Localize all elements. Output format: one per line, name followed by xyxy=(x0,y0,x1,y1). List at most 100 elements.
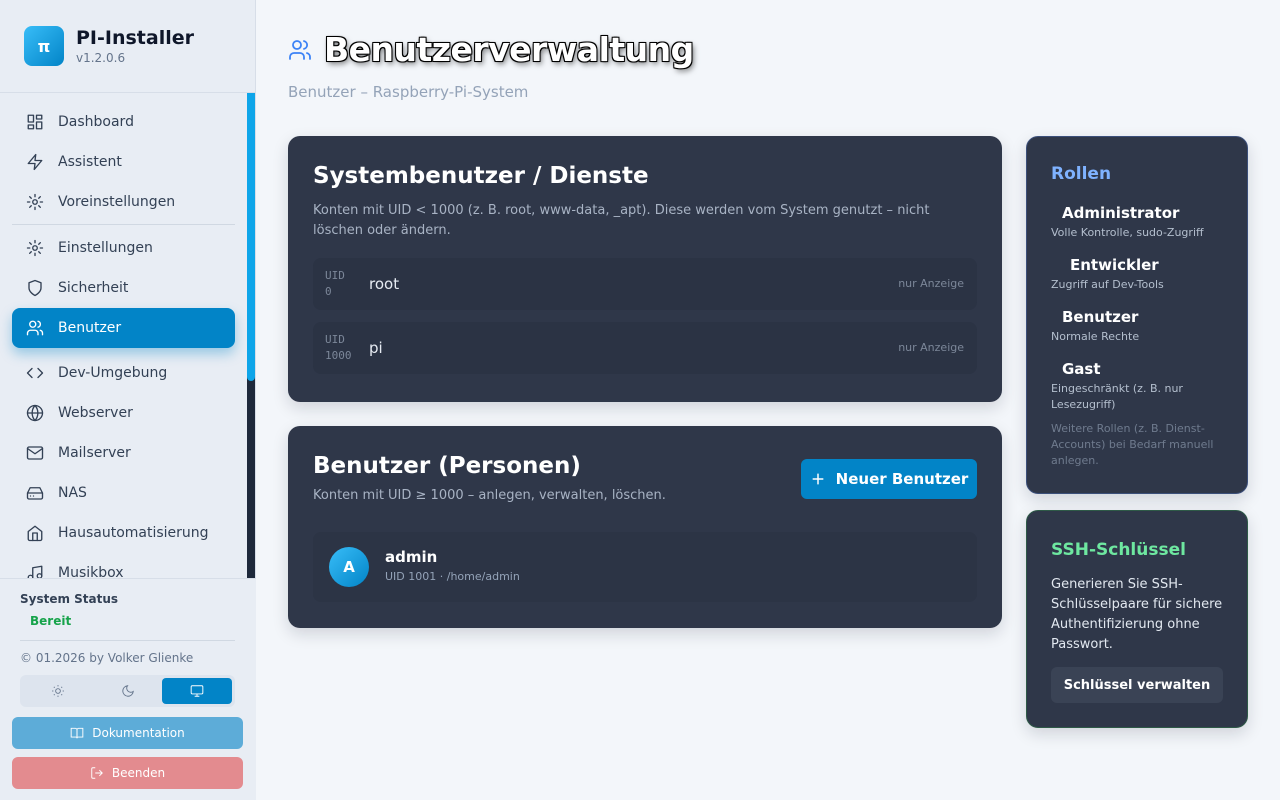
documentation-button-label: Dokumentation xyxy=(92,726,185,740)
gear-icon xyxy=(26,239,44,257)
theme-light-button[interactable] xyxy=(23,678,93,704)
roles-note: Weitere Rollen (z. B. Dienst-Accounts) b… xyxy=(1051,422,1214,467)
app-name: PI-Installer xyxy=(76,27,194,49)
system-user-note: nur Anzeige xyxy=(898,341,964,354)
dashboard-icon xyxy=(27,114,43,130)
sidebar-item-label: Benutzer xyxy=(58,320,122,336)
sidebar-item-dashboard[interactable]: Dashboard xyxy=(12,102,235,142)
sidebar-item-label: NAS xyxy=(58,485,87,501)
user-list-item[interactable]: A admin UID 1001 · /home/admin xyxy=(313,532,977,602)
sidebar-item-mailserver[interactable]: Mailserver xyxy=(12,433,235,473)
main-content: Benutzerverwaltung Benutzer – Raspberry-… xyxy=(256,0,1280,800)
sidebar-item-assistent[interactable]: Assistent xyxy=(12,142,235,182)
role-description: Volle Kontrolle, sudo-Zugriff xyxy=(1051,226,1204,239)
role-name: Entwickler xyxy=(1070,256,1159,274)
sun-icon xyxy=(51,685,64,697)
app-version: v1.2.0.6 xyxy=(76,51,126,65)
sidebar-item-nas[interactable]: NAS xyxy=(12,473,235,513)
home-icon xyxy=(27,525,43,542)
code-icon xyxy=(26,367,44,379)
roles-title: Rollen xyxy=(1051,164,1112,184)
ssh-description: Generieren Sie SSH-Schlüsselpaare für si… xyxy=(1051,577,1223,652)
nav-divider xyxy=(12,224,235,225)
sidebar-scrollbar[interactable] xyxy=(247,93,255,578)
moon-icon xyxy=(121,685,134,697)
page-header: Benutzerverwaltung xyxy=(288,30,694,69)
logout-icon xyxy=(91,767,103,779)
system-users-card: Systembenutzer / Dienste Konten mit UID … xyxy=(288,136,1002,402)
sidebar-item-webserver[interactable]: Webserver xyxy=(12,393,235,433)
sidebar-item-label: Dashboard xyxy=(58,114,134,130)
uid-label: UID 0 xyxy=(325,269,345,298)
mail-icon xyxy=(26,446,44,460)
music-icon xyxy=(27,565,43,578)
persons-description: Konten mit UID ≥ 1000 – anlegen, verwalt… xyxy=(313,488,666,503)
uid-label: UID 1000 xyxy=(325,333,352,362)
roles-card: Rollen Administrator Volle Kontrolle, su… xyxy=(1026,136,1248,494)
role-name: Administrator xyxy=(1062,204,1180,222)
users-icon xyxy=(289,39,311,60)
theme-dark-button[interactable] xyxy=(93,678,163,704)
sidebar-item-label: Dev-Umgebung xyxy=(58,365,168,381)
system-user-note: nur Anzeige xyxy=(898,277,964,290)
plus-icon xyxy=(812,473,824,485)
exit-button[interactable]: Beenden xyxy=(12,757,243,789)
brand: π PI-Installer v1.2.0.6 xyxy=(0,0,255,93)
sidebar-item-benutzer[interactable]: Benutzer xyxy=(12,308,235,348)
shield-icon xyxy=(28,279,42,297)
user-name: admin xyxy=(385,548,438,566)
sidebar-item-einstellungen[interactable]: Einstellungen xyxy=(12,228,235,268)
sidebar-item-label: Voreinstellungen xyxy=(58,194,176,210)
nav-scroll-area[interactable]: Dashboard Assistent Voreinstellungen Ein… xyxy=(0,93,256,578)
documentation-button[interactable]: Dokumentation xyxy=(12,717,243,749)
sidebar-item-hausautomatisierung[interactable]: Hausautomatisierung xyxy=(12,513,235,553)
system-user-name: root xyxy=(369,275,400,293)
copyright: © 01.2026 by Volker Glienke xyxy=(20,651,194,665)
system-status-title: System Status xyxy=(20,592,119,606)
role-name: Gast xyxy=(1062,360,1101,378)
system-user-name: pi xyxy=(369,339,383,357)
sidebar-nav: Dashboard Assistent Voreinstellungen Ein… xyxy=(12,102,235,578)
system-status-value: Bereit xyxy=(30,614,72,628)
sidebar: π PI-Installer v1.2.0.6 Dashboard Assist… xyxy=(0,0,256,800)
sidebar-item-label: Mailserver xyxy=(58,445,131,461)
sidebar-item-label: Musikbox xyxy=(58,565,124,578)
new-user-button[interactable]: Neuer Benutzer xyxy=(801,459,977,499)
page-subtitle: Benutzer – Raspberry-Pi-System xyxy=(288,83,529,101)
sidebar-item-dev-umgebung[interactable]: Dev-Umgebung xyxy=(12,353,235,393)
globe-icon xyxy=(26,404,44,422)
lightning-icon xyxy=(27,153,43,171)
role-name: Benutzer xyxy=(1062,308,1139,326)
system-user-row: UID 1000 pi nur Anzeige xyxy=(313,322,977,374)
theme-switcher xyxy=(20,675,235,707)
sidebar-item-label: Hausautomatisierung xyxy=(58,525,209,541)
users-icon xyxy=(26,320,44,336)
ssh-keys-card: SSH-Schlüssel Generieren Sie SSH-Schlüss… xyxy=(1026,510,1248,728)
user-meta: UID 1001 · /home/admin xyxy=(385,570,520,583)
sidebar-scrollbar-thumb[interactable] xyxy=(247,93,255,381)
sidebar-footer: System Status Bereit © 01.2026 by Volker… xyxy=(0,578,256,800)
sidebar-item-musikbox[interactable]: Musikbox xyxy=(12,553,235,578)
sidebar-item-voreinstellungen[interactable]: Voreinstellungen xyxy=(12,182,235,222)
sidebar-item-label: Einstellungen xyxy=(58,240,153,256)
ssh-title: SSH-Schlüssel xyxy=(1051,540,1186,560)
gear-icon xyxy=(26,193,44,211)
page-title: Benutzerverwaltung xyxy=(324,30,694,69)
persons-title: Benutzer (Personen) xyxy=(313,453,581,479)
sidebar-item-sicherheit[interactable]: Sicherheit xyxy=(12,268,235,308)
monitor-icon xyxy=(190,685,204,697)
app-logo: π xyxy=(24,26,64,66)
system-user-row: UID 0 root nur Anzeige xyxy=(313,258,977,310)
theme-system-button[interactable] xyxy=(162,678,233,704)
sidebar-item-label: Assistent xyxy=(58,154,122,170)
footer-divider xyxy=(20,640,235,641)
manage-keys-button[interactable]: Schlüssel verwalten xyxy=(1051,667,1223,703)
avatar: A xyxy=(329,547,369,587)
role-description: Normale Rechte xyxy=(1051,330,1140,343)
system-users-description: Konten mit UID < 1000 (z. B. root, www-d… xyxy=(313,203,930,238)
role-description: Zugriff auf Dev-Tools xyxy=(1051,278,1164,291)
new-user-button-label: Neuer Benutzer xyxy=(835,470,969,488)
role-description: Eingeschränkt (z. B. nur Lesezugriff) xyxy=(1051,382,1183,411)
sidebar-item-label: Sicherheit xyxy=(58,280,129,296)
book-icon xyxy=(70,727,84,739)
